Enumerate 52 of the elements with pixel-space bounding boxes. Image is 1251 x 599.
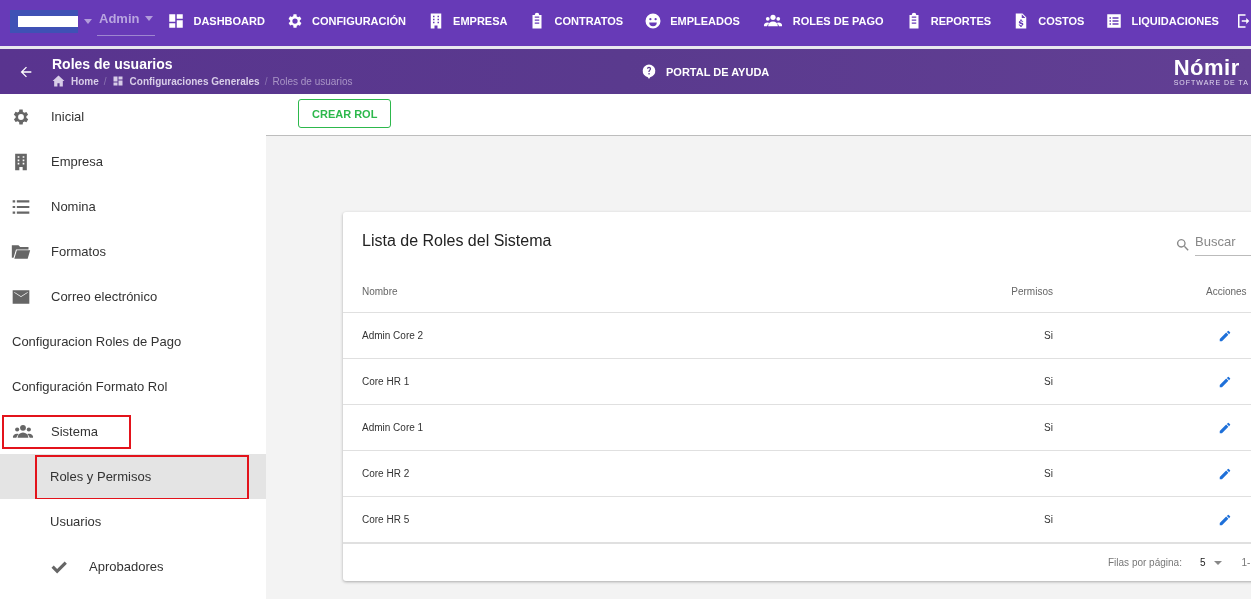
nav-link[interactable]: DASHBOARD bbox=[167, 12, 265, 30]
table-cell: Si bbox=[962, 312, 1053, 359]
page-title: Roles de usuarios bbox=[52, 56, 174, 72]
nav-link[interactable]: LIQUIDACIONES bbox=[1105, 12, 1219, 30]
table-cell: Admin Core 1 bbox=[343, 404, 962, 451]
edit-icon[interactable] bbox=[1218, 328, 1232, 343]
search-field[interactable]: Buscar bbox=[1195, 234, 1251, 256]
help-icon bbox=[642, 64, 656, 79]
grid-icon bbox=[167, 12, 186, 30]
nav-link[interactable]: EMPRESA bbox=[427, 12, 508, 30]
list-icon bbox=[1105, 12, 1124, 30]
nav-link[interactable]: CONTRATOS bbox=[528, 12, 624, 30]
breadcrumb-current: Roles de usuarios bbox=[272, 75, 353, 87]
logo-wordmark: Nómir bbox=[1173, 57, 1240, 79]
edit-icon[interactable] bbox=[1218, 466, 1232, 481]
caret-icon bbox=[1213, 560, 1222, 565]
nav-link[interactable]: REPORTES bbox=[904, 12, 992, 30]
nav-link[interactable]: ROLES DE PAGO bbox=[760, 12, 884, 30]
breadcrumb-link[interactable]: Home bbox=[52, 75, 99, 87]
table-cell: Admin Core 2 bbox=[343, 312, 962, 359]
table-cell: Si bbox=[962, 450, 1053, 497]
home-icon bbox=[52, 75, 65, 87]
table-cell: Si bbox=[962, 358, 1053, 405]
card-title: Lista de Roles del Sistema bbox=[362, 232, 552, 250]
column-header: Permisos bbox=[962, 270, 1053, 313]
edit-icon[interactable] bbox=[1218, 420, 1232, 435]
breadcrumb-separator: / bbox=[264, 75, 268, 87]
rows-per-page-select[interactable]: 5 bbox=[1199, 557, 1222, 568]
caret-icon bbox=[84, 18, 92, 24]
nav-link[interactable]: EMPLEADOS bbox=[644, 12, 740, 30]
breadcrumb-separator: / bbox=[103, 75, 107, 87]
rows-per-page-label: Filas por página: bbox=[1108, 557, 1182, 568]
table-cell: Core HR 5 bbox=[343, 496, 962, 543]
edit-icon[interactable] bbox=[1218, 374, 1232, 389]
nav-link[interactable]: COSTOS bbox=[1012, 12, 1085, 30]
search-icon bbox=[1175, 237, 1191, 253]
column-header: Acciones bbox=[1053, 270, 1251, 313]
nav-link[interactable]: CONFIGURACIÓN bbox=[285, 12, 407, 30]
page-range: 1- bbox=[1241, 557, 1251, 568]
table-cell: Core HR 1 bbox=[343, 358, 962, 405]
company-select[interactable] bbox=[10, 9, 78, 33]
caret-icon bbox=[145, 16, 154, 21]
sidebar-item[interactable]: Roles y Permisos bbox=[0, 454, 266, 499]
table-cell: Core HR 2 bbox=[343, 450, 962, 497]
edit-icon[interactable] bbox=[1218, 512, 1232, 527]
table-cell: Si bbox=[962, 404, 1053, 451]
face-icon bbox=[644, 12, 663, 30]
breadcrumb-link[interactable]: Configuraciones Generales bbox=[111, 75, 260, 87]
help-link[interactable]: PORTAL DE AYUDA bbox=[642, 64, 770, 79]
column-header: Nombre bbox=[343, 270, 962, 313]
table-cell: Si bbox=[962, 496, 1053, 543]
grid-icon bbox=[111, 75, 124, 87]
